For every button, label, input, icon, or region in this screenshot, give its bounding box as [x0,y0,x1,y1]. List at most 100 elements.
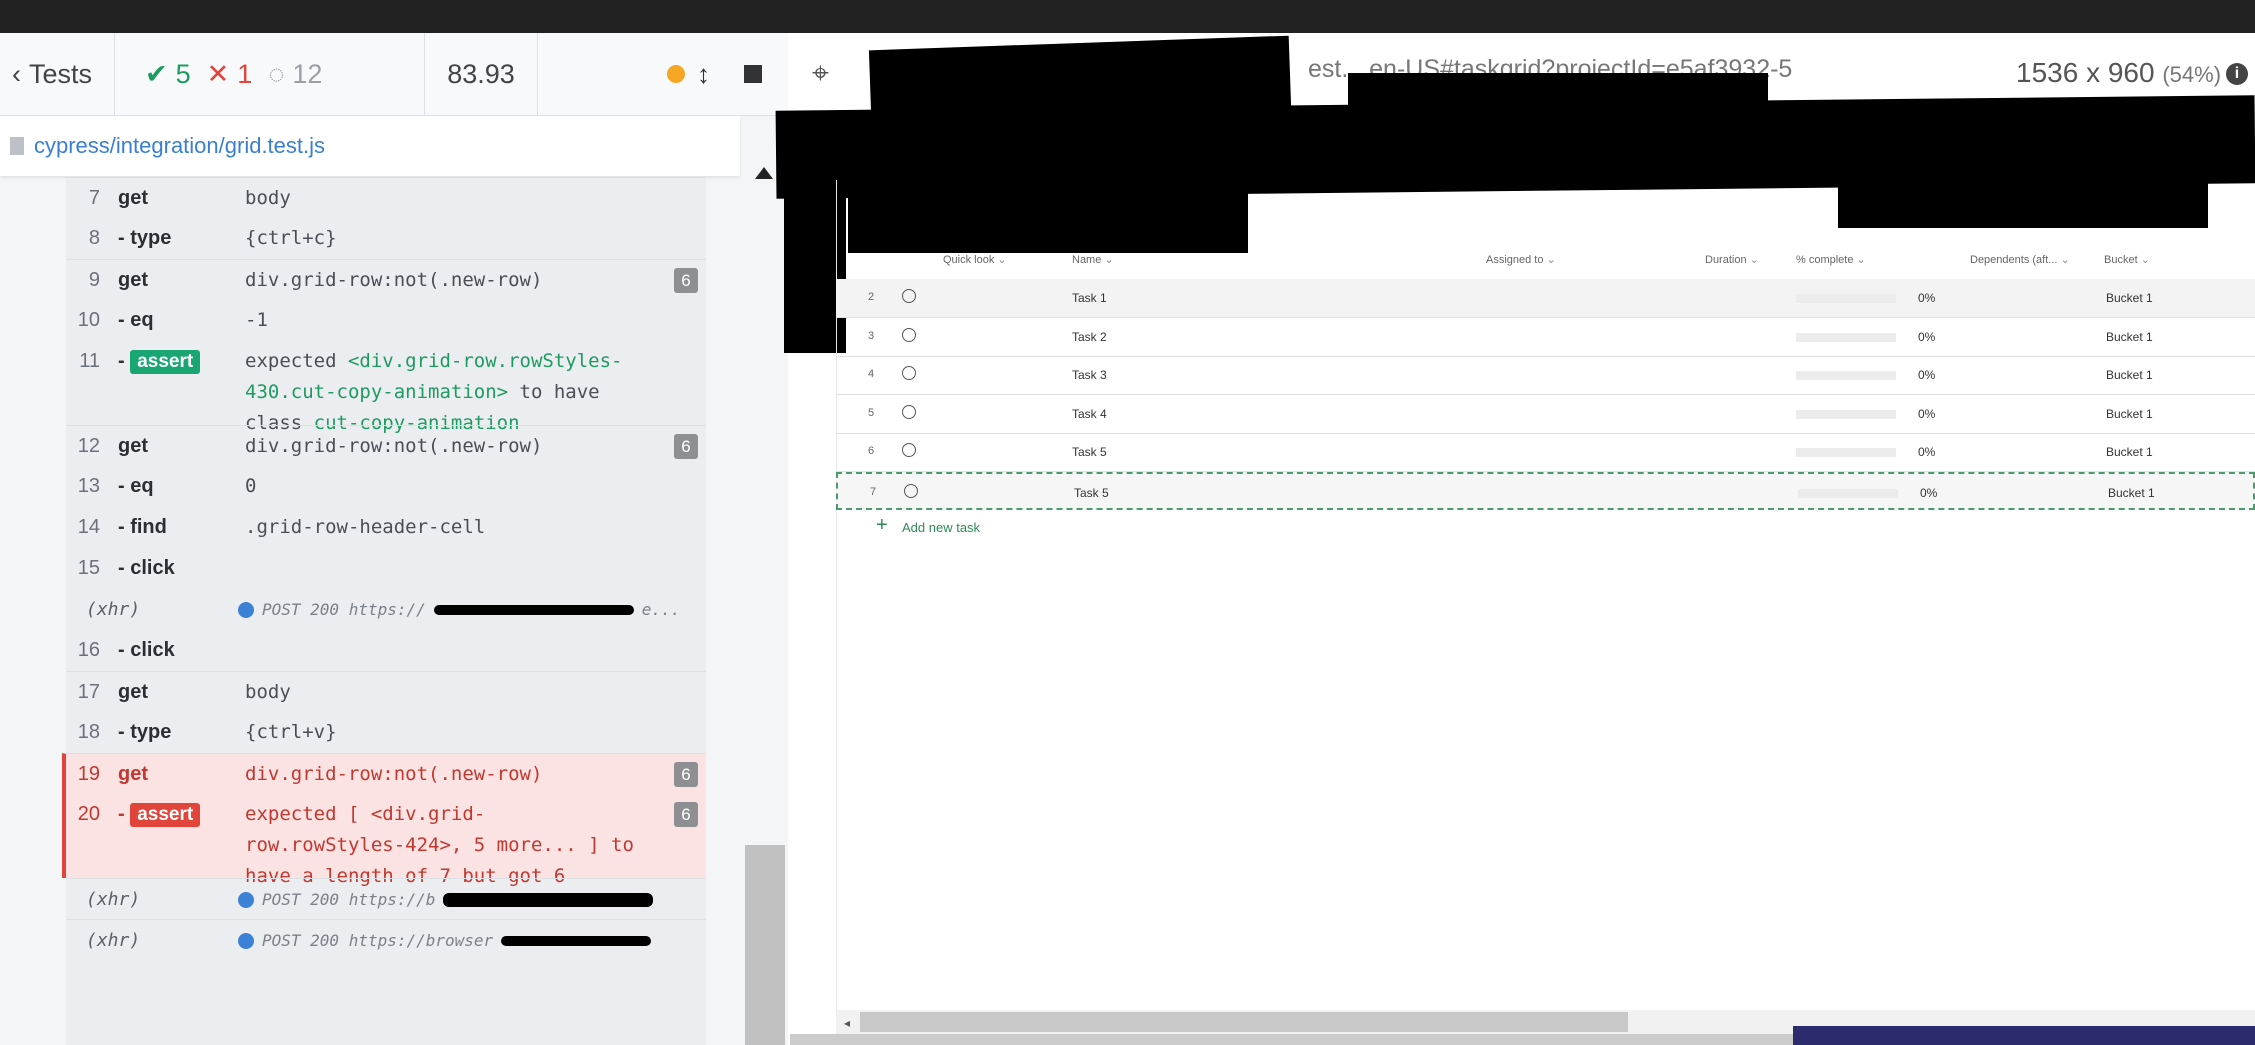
complete-circle-icon[interactable] [902,443,916,457]
test-stats: ✔ 5 ✕ 1 ◌ 12 [115,33,425,115]
xhr-row[interactable]: (xhr) POST 200 https://e... [66,589,706,630]
col-complete[interactable]: % complete [1796,253,1866,266]
percent-complete: 0% [1920,485,1938,500]
stop-button[interactable] [744,65,762,83]
task-name[interactable]: Task 5 [1074,486,1109,500]
file-icon [10,137,24,155]
command-row[interactable]: 12 get div.grid-row:not(.new-row) 6 [66,425,706,466]
grid-row[interactable]: 3 Task 2 0% Bucket 1 [836,318,2255,357]
spec-file-bar: cypress/integration/grid.test.js [0,116,740,176]
grid-row[interactable]: 2 Task 1 0% Bucket 1 [836,279,2255,318]
progress-bar [1796,294,1896,303]
complete-circle-icon[interactable] [902,327,916,342]
reporter-header: ‹ Tests ✔ 5 ✕ 1 ◌ 12 83.93 ↕ [0,33,788,116]
command-row-assert-failed[interactable]: 20 - assert expected [ <div.grid- row.ro… [62,794,706,887]
bucket-cell[interactable]: Bucket 1 [2106,291,2153,305]
command-log: 7 get body 8 type {ctrl+c} 9 get div.gri… [62,177,706,1045]
percent-complete: 0% [1918,445,1936,459]
spec-file-link[interactable]: cypress/integration/grid.test.js [34,133,325,159]
percent-complete: 0% [1918,406,1936,421]
autoscroll-toggle-icon[interactable]: ↕ [697,59,710,90]
x-icon: ✕ [206,58,230,89]
grid-scroll-thumb[interactable] [860,1012,1628,1032]
bucket-cell[interactable]: Bucket 1 [2106,368,2153,382]
redaction-scribble [501,935,652,946]
col-duration[interactable]: Duration [1705,253,1759,266]
redaction-scribble [443,892,654,907]
info-icon[interactable]: i [2226,63,2248,85]
plus-icon[interactable]: + [876,514,888,537]
command-row[interactable]: 15 click [66,548,706,589]
percent-complete: 0% [1918,368,1936,382]
duration: 83.93 [425,33,538,115]
bucket-cell[interactable]: Bucket 1 [2106,407,2153,421]
grid-row[interactable]: 4 Task 3 0% Bucket 1 [836,356,2255,395]
command-row[interactable]: 13 eq 0 [66,466,706,507]
progress-bar [1796,448,1896,457]
command-row[interactable]: 16 click [66,630,706,671]
command-row[interactable]: 10 eq -1 [66,300,706,341]
complete-circle-icon[interactable] [902,366,916,380]
xhr-dot-icon [238,932,254,949]
pending-count: ◌ 12 [268,58,323,89]
selector-playground-icon[interactable]: ⌖ [812,57,829,91]
complete-circle-icon[interactable] [902,404,916,419]
assert-pill: assert [130,350,201,374]
xhr-row[interactable]: (xhr) POST 200 https://browser [66,919,706,960]
count-badge: 6 [674,268,698,293]
xhr-dot-icon [238,891,254,908]
bucket-cell[interactable]: Bucket 1 [2106,330,2153,344]
command-row[interactable]: 7 get body [66,177,706,218]
count-badge: 6 [674,762,698,787]
col-name[interactable]: Name [1072,253,1114,266]
progress-bar [1796,409,1896,419]
add-new-task-button[interactable]: Add new task [902,520,980,535]
progress-bar [1796,332,1896,342]
test-reporter-panel: ‹ Tests ✔ 5 ✕ 1 ◌ 12 83.93 ↕ cypress/integr… [0,33,788,1045]
reporter-tools: ↕ [538,33,788,115]
grid-row[interactable]: 6 Task 5 0% Bucket 1 [836,433,2255,472]
bucket-cell[interactable]: Bucket 1 [2108,486,2155,500]
col-bucket[interactable]: Bucket [2104,253,2150,266]
tests-label: Tests [29,58,93,89]
command-row[interactable]: 14 find .grid-row-header-cell [66,507,706,548]
command-row[interactable]: 9 get div.grid-row:not(.new-row) 6 [66,259,706,300]
grid-row[interactable]: 5 Task 4 0% Bucket 1 [836,395,2255,434]
task-name[interactable]: Task 4 [1072,407,1107,421]
task-name[interactable]: Task 5 [1072,445,1107,459]
command-row[interactable]: 8 type {ctrl+c} [66,218,706,259]
command-row-assert[interactable]: 11 - assert expected <div.grid-row.rowSt… [66,341,706,434]
col-assigned[interactable]: Assigned to [1486,253,1556,266]
grid-header: Quick look Name Assigned to Duration % c… [836,247,2255,272]
tests-back-button[interactable]: ‹ Tests [0,33,115,115]
status-dot-icon [667,65,685,83]
command-row[interactable]: 19 get div.grid-row:not(.new-row) 6 [62,753,706,794]
passed-count: ✔ 5 [145,58,191,89]
corner-panel [1793,1026,2255,1045]
command-row[interactable]: 17 get body [66,671,706,712]
failed-count: ✕ 1 [206,58,253,89]
col-quick-look[interactable]: Quick look [943,253,1007,266]
progress-bar [1798,488,1898,498]
command-row[interactable]: 18 type {ctrl+v} [66,712,706,753]
col-dependents[interactable]: Dependents (aft... [1970,253,2070,266]
redaction [848,163,1248,253]
redaction [1838,173,2208,228]
chevron-left-icon: ‹ [12,58,21,89]
grid-row[interactable]: 7 Task 5 0% Bucket 1 [836,471,2255,510]
percent-complete: 0% [1918,291,1936,305]
scroll-up-arrow-icon[interactable] [755,167,773,179]
bucket-cell[interactable]: Bucket 1 [2106,445,2153,459]
percent-complete: 0% [1918,329,1936,344]
task-name[interactable]: Task 3 [1072,368,1107,382]
scroll-left-arrow-icon[interactable]: ◂ [844,1016,850,1030]
complete-circle-icon[interactable] [904,483,918,498]
task-name[interactable]: Task 1 [1072,291,1107,305]
xhr-dot-icon [238,601,254,618]
spinner-icon: ◌ [268,58,285,89]
task-name[interactable]: Task 2 [1072,330,1107,344]
xhr-row[interactable]: (xhr) POST 200 https://b [66,878,706,919]
viewport-size: 1536 x 960 (54%) [2016,57,2222,88]
reporter-scroll-thumb[interactable] [745,845,785,1045]
complete-circle-icon[interactable] [902,289,916,303]
